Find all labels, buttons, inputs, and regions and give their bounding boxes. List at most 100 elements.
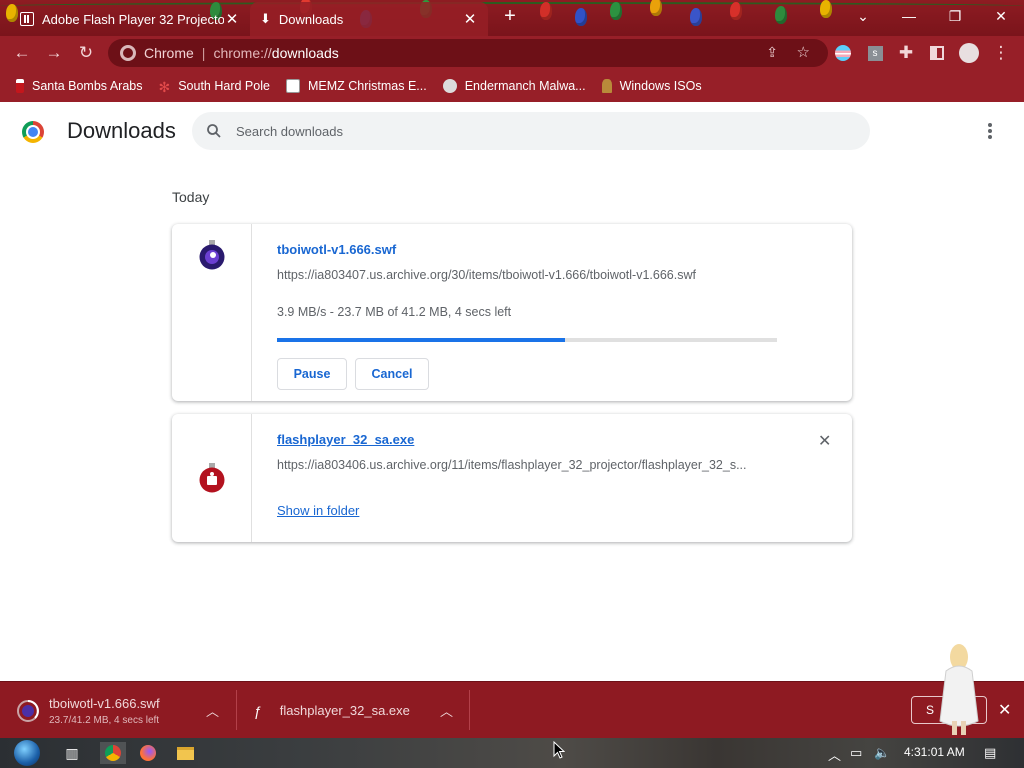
tab-title: Adobe Flash Player 32 Projector: [42, 11, 224, 27]
share-icon[interactable]: ⇪: [766, 44, 778, 61]
close-icon[interactable]: ✕: [462, 10, 478, 28]
search-input[interactable]: [236, 123, 836, 139]
more-actions-button[interactable]: [980, 120, 1000, 142]
shelf-file-status: 23.7/41.2 MB, 4 secs left: [49, 714, 160, 726]
profile-button[interactable]: [958, 42, 980, 64]
menu-button[interactable]: ⋮: [990, 42, 1012, 64]
bookmark-windows-isos[interactable]: Windows ISOs: [601, 79, 702, 93]
bookmark-south-hard-pole[interactable]: ✻ South Hard Pole: [158, 79, 270, 95]
page-title: Downloads: [67, 118, 176, 143]
file-url[interactable]: https://ia803407.us.archive.org/30/items…: [277, 268, 777, 282]
taskbar-firefox[interactable]: [137, 742, 159, 764]
close-window-button[interactable]: ✕: [978, 0, 1024, 32]
tab-flash-projector[interactable]: Adobe Flash Player 32 Projector ✕: [10, 2, 250, 36]
flash-icon: ƒ: [254, 702, 262, 719]
ornament-icon: [199, 240, 225, 270]
minimize-button[interactable]: —: [886, 0, 932, 32]
extensions-button[interactable]: ✚: [895, 42, 917, 64]
arrow-left-icon: ←: [13, 43, 31, 62]
show-in-folder-link[interactable]: Show in folder: [277, 503, 359, 518]
tab-downloads[interactable]: ⬇ Downloads ✕: [250, 2, 488, 36]
close-shelf-button[interactable]: ✕: [998, 700, 1011, 720]
bookmark-memz-christmas[interactable]: MEMZ Christmas E...: [285, 79, 427, 93]
bookmark-endermanch-malware[interactable]: Endermanch Malwa...: [442, 79, 586, 93]
mouse-cursor-icon: [553, 741, 565, 759]
shelf-divider: [469, 690, 470, 730]
task-view-button[interactable]: ▥: [61, 742, 83, 764]
chevron-up-icon[interactable]: ︿: [828, 745, 841, 764]
file-name-link[interactable]: tboiwotl-v1.666.swf: [277, 242, 396, 257]
downloads-header: Downloads: [0, 102, 1024, 160]
christmas-light: [775, 6, 787, 24]
shelf-item[interactable]: tboiwotl-v1.666.swf 23.7/41.2 MB, 4 secs…: [16, 682, 226, 739]
task-view-icon: ▥: [65, 744, 79, 761]
christmas-light: [610, 2, 622, 20]
network-icon[interactable]: ▭: [850, 745, 862, 761]
scheme-label: Chrome: [144, 45, 194, 61]
santa-icon: [16, 79, 24, 93]
dot: [988, 129, 992, 133]
dot: [988, 123, 992, 127]
ornament-icon: [199, 463, 225, 493]
shelf-item[interactable]: ƒ flashplayer_32_sa.exe ︿: [254, 682, 454, 739]
christmas-light: [575, 8, 587, 26]
taskbar-chrome[interactable]: [100, 742, 126, 764]
download-icon: ⬇: [260, 11, 271, 26]
bookmark-label: MEMZ Christmas E...: [307, 79, 427, 93]
shelf-divider: [236, 690, 237, 730]
bookmark-santa-bombs-arabs[interactable]: Santa Bombs Arabs: [16, 79, 142, 93]
close-icon[interactable]: ✕: [224, 10, 240, 28]
download-card: tboiwotl-v1.666.swf https://ia803407.us.…: [172, 224, 852, 401]
christmas-light: [650, 0, 662, 16]
notification-icon[interactable]: ▤: [984, 745, 996, 761]
download-shelf: tboiwotl-v1.666.swf 23.7/41.2 MB, 4 secs…: [0, 681, 1024, 738]
volume-icon[interactable]: 🔈: [874, 745, 890, 761]
pause-button[interactable]: Pause: [277, 358, 347, 390]
side-panel-button[interactable]: [926, 42, 948, 64]
reload-icon: ↻: [78, 43, 94, 62]
taskbar-file-explorer[interactable]: [174, 742, 196, 764]
cancel-button[interactable]: Cancel: [355, 358, 429, 390]
chevron-up-icon[interactable]: ︿: [206, 701, 219, 720]
bookmark-label: South Hard Pole: [178, 79, 270, 93]
folder-icon: [176, 746, 194, 760]
s-extension-icon: s: [867, 45, 883, 61]
desktop-mascot-figure: [939, 644, 979, 735]
download-status: 3.9 MB/s - 23.7 MB of 41.2 MB, 4 secs le…: [277, 305, 512, 319]
remove-from-list-button[interactable]: ✕: [818, 431, 831, 451]
reload-button[interactable]: ↻: [75, 42, 97, 64]
bookmarks-bar: Santa Bombs Arabs ✻ South Hard Pole MEMZ…: [0, 70, 1024, 102]
back-button[interactable]: ←: [11, 42, 33, 64]
windows-orb-icon: [14, 740, 40, 766]
download-progress-icon: [17, 699, 39, 722]
progress-fill: [277, 338, 565, 342]
url-host: downloads: [271, 45, 339, 61]
extension-s[interactable]: s: [864, 42, 886, 64]
date-heading: Today: [172, 189, 210, 205]
url-text: chrome://downloads: [213, 45, 338, 61]
puzzle-icon: ✚: [898, 43, 914, 62]
file-url[interactable]: https://ia803406.us.archive.org/11/items…: [277, 458, 777, 472]
file-icon-column: [172, 224, 252, 401]
search-box[interactable]: [192, 112, 870, 150]
restore-button[interactable]: ❐: [932, 0, 978, 32]
shelf-file-name: tboiwotl-v1.666.swf: [49, 695, 160, 711]
star-icon[interactable]: ☆: [797, 43, 810, 61]
shelf-text: tboiwotl-v1.666.swf 23.7/41.2 MB, 4 secs…: [49, 696, 160, 726]
clock[interactable]: 4:31:01 AM: [904, 745, 965, 759]
avatar-icon: [959, 43, 979, 63]
address-bar[interactable]: Chrome | chrome://downloads ⇪ ☆: [108, 39, 828, 67]
taskbar: ▥ ︿ ▭ 🔈 4:31:01 AM ▤: [0, 738, 1024, 768]
download-card: flashplayer_32_sa.exe https://ia803406.u…: [172, 414, 852, 542]
christmas-light: [820, 0, 832, 18]
show-all-label: S: [926, 703, 935, 717]
file-name-link[interactable]: flashplayer_32_sa.exe: [277, 432, 414, 447]
close-icon: ✕: [818, 433, 832, 450]
new-tab-button[interactable]: +: [500, 6, 520, 26]
extension-flag[interactable]: [832, 42, 854, 64]
search-icon: [207, 124, 221, 138]
tab-search-button[interactable]: ⌄: [840, 0, 886, 32]
start-button[interactable]: [12, 738, 42, 768]
chevron-up-icon[interactable]: ︿: [440, 701, 453, 720]
forward-button[interactable]: →: [43, 42, 65, 64]
